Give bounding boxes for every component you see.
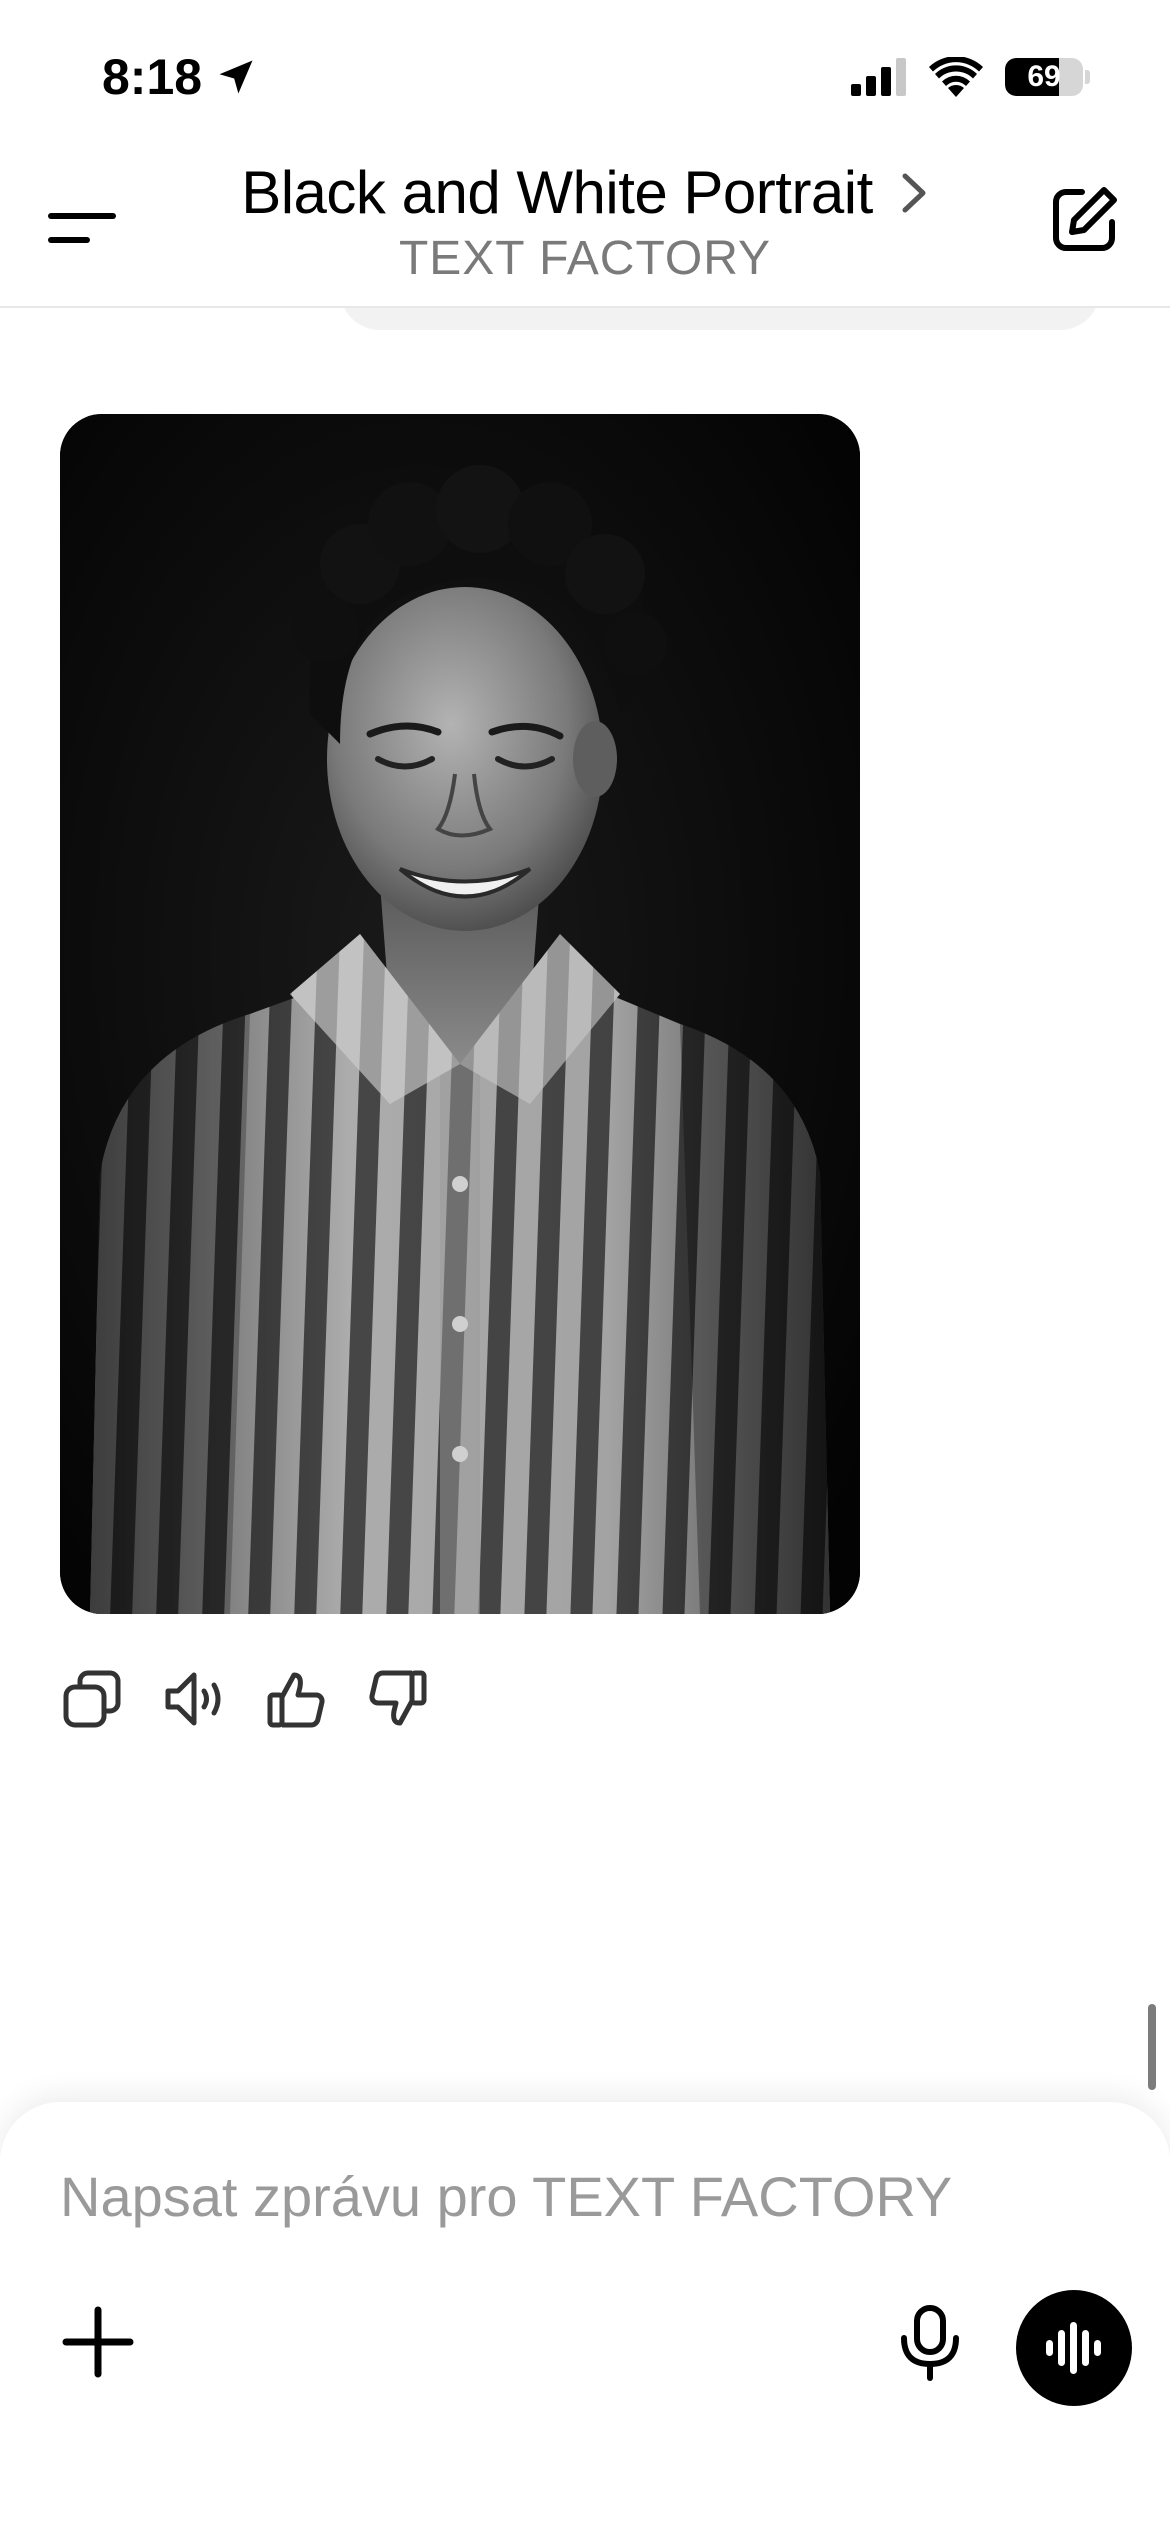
microphone-icon[interactable] xyxy=(890,2302,970,2382)
status-indicators: 69 xyxy=(851,52,1090,102)
waveform-icon xyxy=(1046,2322,1101,2374)
speaker-icon[interactable] xyxy=(162,1667,226,1731)
cellular-signal-icon xyxy=(851,58,906,96)
status-time: 8:18 xyxy=(102,49,203,105)
new-chat-edit-icon[interactable] xyxy=(1046,182,1122,258)
voice-mode-button[interactable] xyxy=(1016,2290,1132,2406)
wifi-icon xyxy=(929,57,983,97)
chevron-right-icon[interactable] xyxy=(899,170,929,216)
time-group: 8:18 xyxy=(102,44,258,110)
generated-portrait-image[interactable] xyxy=(60,414,860,1614)
message-actions xyxy=(60,1664,430,1734)
message-composer xyxy=(0,2102,1170,2532)
status-bar: 8:18 69 xyxy=(0,0,1170,150)
chat-title[interactable]: Black and White Portrait xyxy=(241,158,873,227)
battery-percentage: 69 xyxy=(1027,60,1061,93)
thumbs-up-icon[interactable] xyxy=(264,1667,328,1731)
title-row[interactable]: Black and White Portrait xyxy=(241,158,929,227)
battery-nub xyxy=(1085,70,1090,84)
message-input[interactable] xyxy=(60,2164,1060,2229)
title-group[interactable]: Black and White Portrait TEXT FACTORY xyxy=(0,158,1170,286)
scrollbar[interactable] xyxy=(1148,2004,1156,2090)
location-arrow-icon xyxy=(219,60,253,94)
copy-icon[interactable] xyxy=(60,1667,124,1731)
add-attachment-plus-icon[interactable] xyxy=(58,2302,138,2382)
chat-subtitle: TEXT FACTORY xyxy=(398,232,772,285)
portrait-image xyxy=(60,414,860,1614)
thumbs-down-icon[interactable] xyxy=(366,1667,430,1731)
battery-indicator: 69 xyxy=(1005,58,1083,96)
chat-header: Black and White Portrait TEXT FACTORY xyxy=(0,150,1170,308)
